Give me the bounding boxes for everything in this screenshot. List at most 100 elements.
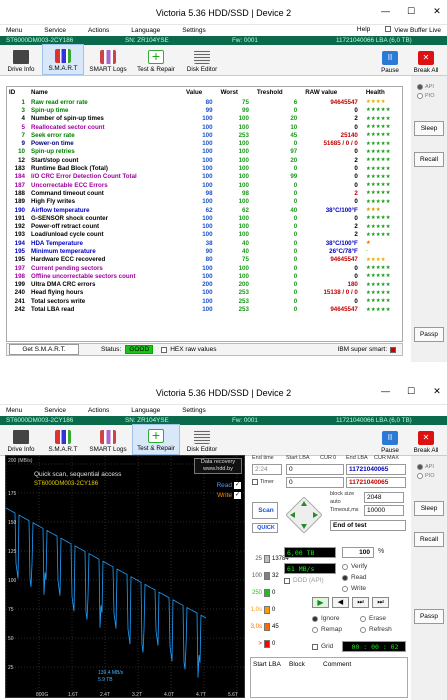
timer-field[interactable]: 0 bbox=[286, 477, 344, 488]
table-row[interactable]: 4 Number of spin-up times 100 100 20 2 ★★★★★ bbox=[7, 115, 402, 123]
end-lba-field[interactable]: 11721040065 bbox=[346, 464, 406, 475]
test-repair-button[interactable]: + Test & Repair bbox=[132, 424, 180, 455]
scan-button[interactable]: Scan bbox=[252, 502, 278, 519]
menu-item-menu[interactable]: Menu bbox=[6, 27, 22, 34]
end-lba-field-2[interactable]: 11721040065 bbox=[346, 477, 406, 488]
data-recovery-box[interactable]: Data recovery www.hdd.by bbox=[194, 458, 242, 474]
remap-radio[interactable]: Remap bbox=[312, 626, 342, 633]
recall-button[interactable]: Recall bbox=[414, 532, 444, 547]
maximize-button[interactable]: ☐ bbox=[407, 6, 415, 17]
table-row[interactable]: 10 Spin-up retries 100 100 97 0 ★★★★★ bbox=[7, 148, 402, 156]
menu-item-language[interactable]: Language bbox=[131, 27, 160, 34]
skip-icon[interactable]: ⏭ bbox=[352, 597, 369, 608]
end-icon[interactable]: ⏭ bbox=[372, 597, 389, 608]
read-checkbox[interactable]: ✓ bbox=[234, 482, 241, 489]
passp-button[interactable]: Passp bbox=[414, 609, 444, 624]
table-row[interactable]: 183 Runtime Bad Block (Total) 100 100 0 0 ★★★★… bbox=[7, 164, 402, 172]
api-radio[interactable]: API bbox=[417, 84, 447, 90]
direction-pad[interactable] bbox=[285, 496, 323, 534]
play-icon[interactable]: ▶ bbox=[312, 597, 329, 608]
table-row[interactable]: 1 Raw read error rate 80 75 6 94645547 ★★★★ bbox=[7, 98, 402, 106]
end-of-test-select[interactable]: End of test bbox=[330, 520, 406, 531]
ddd-checkbox[interactable] bbox=[284, 577, 290, 584]
table-row[interactable]: 190 Airflow temperature 62 62 40 38°C/100°F ★★… bbox=[7, 206, 402, 214]
table-row[interactable]: 7 Seek error rate 100 253 45 25140 ★★★★★ bbox=[7, 131, 402, 139]
erase-radio[interactable]: Erase bbox=[360, 615, 386, 622]
sleep-button[interactable]: Sleep bbox=[414, 501, 444, 516]
passp-button[interactable]: Passp bbox=[414, 327, 444, 342]
refresh-radio[interactable]: Refresh bbox=[360, 626, 392, 633]
menu-item-actions[interactable]: Actions bbox=[88, 27, 109, 34]
smart-logs-button[interactable]: SMART Logs bbox=[84, 424, 132, 455]
block-size-select[interactable]: 2048 bbox=[364, 492, 404, 503]
table-row[interactable]: 195 Minimum temperature 90 40 0 26°C/78°F - bbox=[7, 247, 402, 255]
table-row[interactable]: 9 Power-on time 100 100 0 51685 / 0 / 0 ★★★★★ bbox=[7, 139, 402, 147]
table-row[interactable]: 197 Current pending sectors 100 100 0 0 ★★★★★ bbox=[7, 264, 402, 272]
drive-info-button[interactable]: Drive Info bbox=[0, 424, 42, 455]
hex-raw-checkbox[interactable] bbox=[161, 346, 168, 353]
smart-tab-button[interactable]: S.M.A.R.T bbox=[42, 44, 84, 75]
close-button[interactable]: ✕ bbox=[433, 386, 441, 397]
quick-button[interactable]: QUICK bbox=[252, 523, 278, 533]
table-row[interactable]: 198 Offline uncorrectable sectors count 10… bbox=[7, 272, 402, 280]
table-row[interactable]: 193 Load/unload cycle count 100 100 0 2 ★★★★★ bbox=[7, 231, 402, 239]
table-row[interactable]: 240 Head flying hours 100 253 0 15138 / 0 / 0… bbox=[7, 289, 402, 297]
close-button[interactable]: ✕ bbox=[433, 6, 441, 17]
disk-editor-button[interactable]: Disk Editor bbox=[180, 44, 224, 75]
table-row[interactable]: 188 Command timeout count 98 98 0 2 ★★★★★ bbox=[7, 189, 402, 197]
drive-info-button[interactable]: Drive Info bbox=[0, 44, 42, 75]
read-radio[interactable]: Read bbox=[342, 574, 367, 581]
menu-item-actions[interactable]: Actions bbox=[88, 407, 109, 414]
write-radio[interactable]: Write bbox=[342, 585, 366, 592]
menu-item-settings[interactable]: Settings bbox=[182, 27, 206, 34]
start-lba-field[interactable]: 0 bbox=[286, 464, 344, 475]
minimize-button[interactable]: — bbox=[381, 386, 390, 397]
break-all-button[interactable]: ✕ Break All bbox=[405, 45, 447, 76]
table-row[interactable]: 241 Total sectors write 100 253 0 0 ★★★★★ bbox=[7, 297, 402, 305]
view-buffer-checkbox[interactable] bbox=[385, 26, 392, 32]
back-icon[interactable]: ◀ bbox=[332, 597, 349, 608]
sleep-button[interactable]: Sleep bbox=[414, 121, 444, 136]
timer-toggle[interactable]: Timer bbox=[252, 479, 274, 485]
menu-item-service[interactable]: Service bbox=[44, 27, 66, 34]
recall-button[interactable]: Recall bbox=[414, 152, 444, 167]
end-time-field[interactable]: 2:24 bbox=[252, 464, 282, 475]
timer-checkbox[interactable] bbox=[252, 479, 258, 485]
timeout-select[interactable]: 10000 bbox=[364, 505, 404, 516]
api-radio[interactable]: API bbox=[417, 464, 447, 470]
verify-radio[interactable]: Verify bbox=[342, 563, 367, 570]
menu-item-language[interactable]: Language bbox=[131, 407, 160, 414]
table-row[interactable]: 12 Start/stop count 100 100 20 2 ★★★★★ bbox=[7, 156, 402, 164]
test-repair-button[interactable]: + Test & Repair bbox=[132, 44, 180, 75]
break-all-button[interactable]: ✕ Break All bbox=[405, 425, 447, 456]
grid-toggle[interactable]: Grid bbox=[312, 643, 333, 650]
grid-checkbox[interactable] bbox=[312, 643, 318, 650]
maximize-button[interactable]: ☐ bbox=[407, 386, 415, 397]
table-row[interactable]: 194 HDA Temperature 38 40 0 38°C/100°F ★ bbox=[7, 239, 402, 247]
pio-radio[interactable]: PIO bbox=[417, 473, 447, 479]
table-row[interactable]: 189 High Fly writes 100 100 0 0 ★★★★★ bbox=[7, 198, 402, 206]
get-smart-button[interactable]: Get S.M.A.R.T. bbox=[9, 344, 79, 355]
smart-logs-button[interactable]: SMART Logs bbox=[84, 44, 132, 75]
menu-item-menu[interactable]: Menu bbox=[6, 407, 22, 414]
table-row[interactable]: 187 Uncorrectable ECC Errors 100 100 0 0 ★★★★★ bbox=[7, 181, 402, 189]
table-row[interactable]: 242 Total LBA read 100 253 0 94645547 ★★★★★ bbox=[7, 305, 402, 313]
ignore-radio[interactable]: Ignore bbox=[312, 615, 339, 622]
table-row[interactable]: 195 Hardware ECC recovered 80 75 0 94645547 ★★… bbox=[7, 256, 402, 264]
smart-tab-button[interactable]: S.M.A.R.T bbox=[42, 424, 84, 455]
write-checkbox[interactable]: ✓ bbox=[234, 492, 241, 499]
table-row[interactable]: 5 Reallocated sector count 100 100 10 0 ★★★★★ bbox=[7, 123, 402, 131]
disk-editor-button[interactable]: Disk Editor bbox=[180, 424, 224, 455]
table-row[interactable]: 3 Spin-up time 99 99 0 0 ★★★★★ bbox=[7, 106, 402, 114]
menu-item-service[interactable]: Service bbox=[44, 407, 66, 414]
ibm-smart-checkbox[interactable] bbox=[390, 346, 396, 353]
ddd-toggle[interactable]: DDD (API) bbox=[284, 577, 324, 584]
table-row[interactable]: 199 Ultra DMA CRC errors 200 200 0 180 ★★★★★ bbox=[7, 281, 402, 289]
table-row[interactable]: 192 Power-off retract count 100 100 0 2 ★★★★★ bbox=[7, 222, 402, 230]
menu-item-settings[interactable]: Settings bbox=[182, 407, 206, 414]
view-buffer-live[interactable]: View Buffer Live bbox=[382, 26, 441, 34]
table-row[interactable]: 191 G-SENSOR shock counter 100 100 0 0 ★★★★★ bbox=[7, 214, 402, 222]
pio-radio[interactable]: PIO bbox=[417, 93, 447, 99]
minimize-button[interactable]: — bbox=[381, 6, 390, 17]
menu-item-help[interactable]: Help bbox=[357, 26, 370, 34]
